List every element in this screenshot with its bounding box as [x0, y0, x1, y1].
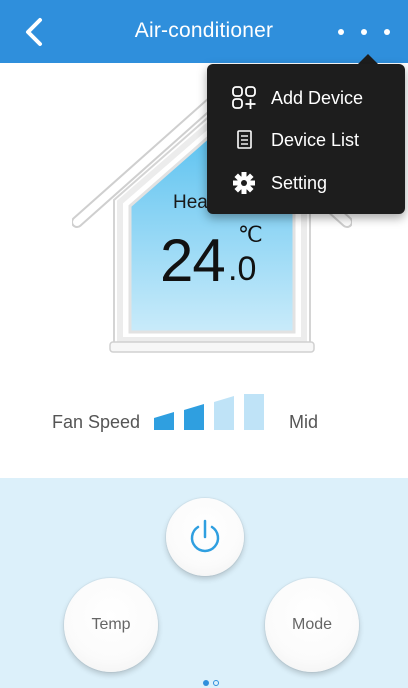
- power-button[interactable]: [166, 498, 244, 576]
- mode-indicator: Hea: [173, 192, 208, 213]
- fan-bar-active: [154, 412, 174, 430]
- page-dot: [213, 680, 219, 686]
- menu-item-label: Setting: [271, 173, 328, 193]
- page-dot-active: [203, 680, 209, 686]
- power-icon: [190, 519, 220, 553]
- fan-speed-label: Fan Speed: [52, 412, 141, 432]
- menu-item-add-device[interactable]: Add Device: [207, 78, 405, 118]
- temp-button[interactable]: Temp: [64, 578, 158, 672]
- temperature-unit: ℃: [238, 222, 263, 247]
- page-indicator: [203, 680, 223, 688]
- more-dots-icon: [338, 29, 344, 35]
- mode-button-label: Mode: [291, 616, 333, 633]
- fan-bar-active: [184, 404, 204, 430]
- menu-pointer: [358, 54, 378, 64]
- list-icon: [237, 130, 252, 149]
- fan-speed-bars[interactable]: [152, 394, 272, 432]
- temperature-value: 24: [160, 227, 226, 294]
- temperature-decimal: .0: [228, 250, 257, 288]
- overflow-menu: Add Device Device List Setting: [207, 64, 405, 214]
- add-device-icon: [232, 86, 256, 109]
- menu-item-label: Add Device: [271, 88, 364, 108]
- menu-item-label: Device List: [271, 130, 360, 150]
- mode-button[interactable]: Mode: [265, 578, 359, 672]
- fan-bar-inactive: [244, 394, 264, 430]
- more-menu-button[interactable]: [338, 22, 390, 42]
- gear-icon: [233, 172, 255, 194]
- menu-item-setting[interactable]: Setting: [207, 163, 405, 203]
- fan-speed-value: Mid: [289, 412, 319, 432]
- fan-bar-inactive: [214, 396, 234, 430]
- temp-button-label: Temp: [91, 616, 131, 633]
- menu-item-device-list[interactable]: Device List: [207, 120, 405, 160]
- app-header: Air-conditioner: [0, 0, 408, 63]
